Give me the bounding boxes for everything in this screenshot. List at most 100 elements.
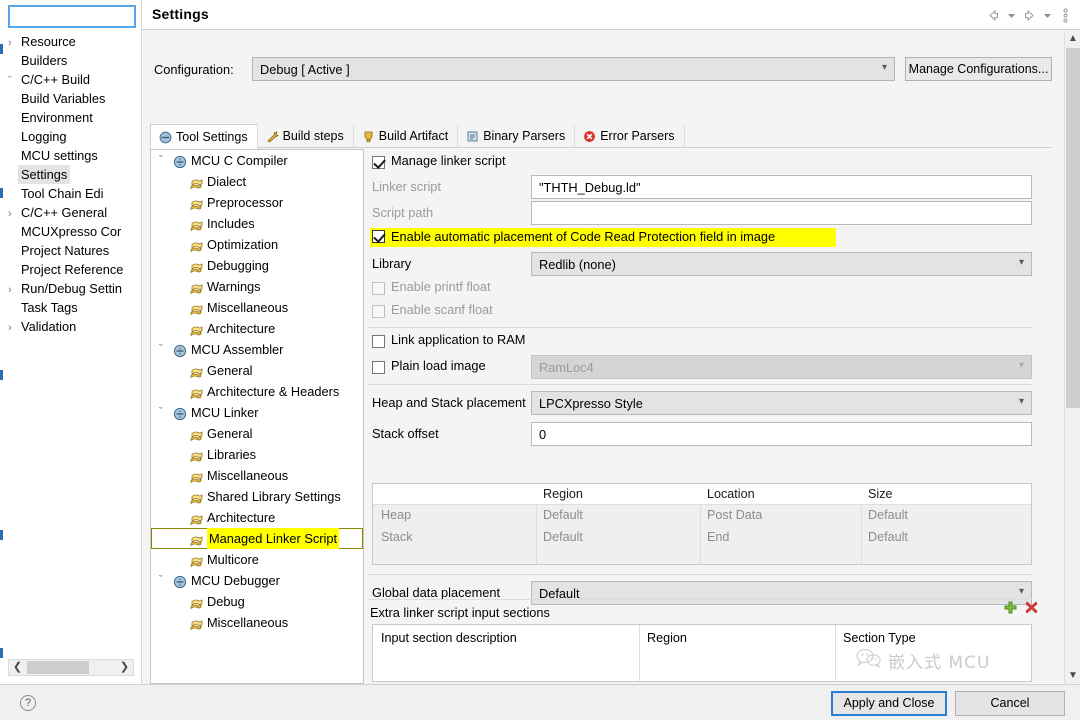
chevron-down-icon[interactable]: ˇ (159, 150, 171, 171)
sidebar-item-settings[interactable]: Settings (0, 165, 141, 184)
linker-script-label: Linker script (372, 179, 441, 194)
tab-build-steps[interactable]: Build steps (258, 124, 354, 148)
sidebar-item-builders[interactable]: Builders (0, 51, 141, 70)
stack-offset-input[interactable]: 0 (531, 422, 1032, 446)
sidebar-item-environment[interactable]: Environment (0, 108, 141, 127)
back-dropdown-icon[interactable] (1003, 6, 1020, 24)
divider-1 (368, 327, 1032, 328)
apply-and-close-button[interactable]: Apply and Close (831, 691, 947, 716)
chevron-down-icon[interactable]: ▼ (1065, 668, 1080, 684)
cancel-button[interactable]: Cancel (955, 691, 1065, 716)
link-to-ram-checkbox[interactable] (372, 335, 385, 348)
plain-load-image-checkbox[interactable] (372, 361, 385, 374)
sidebar-item-project-reference[interactable]: Project Reference (0, 260, 141, 279)
enable-scanf-float-checkbox[interactable] (372, 305, 385, 318)
sidebar-item-tool-chain-edi[interactable]: Tool Chain Edi (0, 184, 141, 203)
tool-tree-item-includes[interactable]: Includes (151, 213, 363, 234)
filter-input[interactable] (8, 5, 136, 28)
chevron-down-icon[interactable]: ˇ (159, 402, 171, 423)
forward-dropdown-icon[interactable] (1039, 6, 1056, 24)
sidebar-item-run-debug-settin[interactable]: › Run/Debug Settin (0, 279, 141, 298)
sidebar-item-logging[interactable]: Logging (0, 127, 141, 146)
artifact-icon (362, 130, 375, 143)
tool-tree-item-warnings[interactable]: Warnings (151, 276, 363, 297)
tool-settings-tree[interactable]: ˇ MCU C Compiler Dialect Preprocessor Includ… (150, 149, 364, 684)
global-data-placement-combo[interactable]: Default ▾ (531, 581, 1032, 605)
heap-stack-placement-label: Heap and Stack placement (372, 395, 526, 410)
enable-printf-float-checkbox[interactable] (372, 282, 385, 295)
column-header-size: Size (868, 487, 893, 501)
chevron-right-icon[interactable]: ❯ (116, 660, 133, 675)
column-header-region: Region (543, 487, 583, 501)
sidebar-tree[interactable]: › Resource Builders ˇ C/C++ Build Build Varia… (0, 32, 141, 647)
tool-tree-item-shared-library-settings[interactable]: Shared Library Settings (151, 486, 363, 507)
chevron-right-icon[interactable]: › (8, 319, 21, 338)
tool-tree-item-mcu-linker[interactable]: ˇ MCU Linker (151, 402, 363, 423)
tool-tree-item-mcu-c-compiler[interactable]: ˇ MCU C Compiler (151, 150, 363, 171)
tool-tree-item-architecture-headers[interactable]: Architecture & Headers (151, 381, 363, 402)
sidebar-item-c-c-general[interactable]: › C/C++ General (0, 203, 141, 222)
tool-tree-item-multicore[interactable]: Multicore (151, 549, 363, 570)
tool-tree-item-miscellaneous[interactable]: Miscellaneous (151, 612, 363, 633)
chevron-up-icon[interactable]: ▲ (1065, 31, 1080, 47)
table-body: Heap Default Post Data Default Stack Def… (373, 505, 1031, 564)
tool-tree-item-architecture[interactable]: Architecture (151, 507, 363, 528)
library-combo[interactable]: Redlib (none) ▾ (531, 252, 1032, 276)
stack-size-cell: Default (868, 530, 908, 544)
tool-tree-item-miscellaneous[interactable]: Miscellaneous (151, 465, 363, 486)
chevron-down-icon[interactable]: ˇ (159, 339, 171, 360)
scrollbar-thumb[interactable] (27, 661, 89, 674)
tool-tree-item-managed-linker-script[interactable]: Managed Linker Script (151, 528, 363, 549)
tool-tree-item-general[interactable]: General (151, 360, 363, 381)
crp-checkbox[interactable] (372, 230, 385, 243)
tool-tree-item-miscellaneous[interactable]: Miscellaneous (151, 297, 363, 318)
tool-tree-item-optimization[interactable]: Optimization (151, 234, 363, 255)
tool-tree-item-preprocessor[interactable]: Preprocessor (151, 192, 363, 213)
extra-sections-table[interactable]: Input section description Region Section… (372, 624, 1032, 682)
configuration-combo[interactable]: Debug [ Active ] ▾ (252, 57, 895, 81)
sidebar-item-project-natures[interactable]: Project Natures (0, 241, 141, 260)
tool-tree-item-debug[interactable]: Debug (151, 591, 363, 612)
tool-tree-item-mcu-debugger[interactable]: ˇ MCU Debugger (151, 570, 363, 591)
sidebar-item-resource[interactable]: › Resource (0, 32, 141, 51)
tab-tool-settings[interactable]: Tool Settings (150, 124, 258, 149)
sidebar-item-task-tags[interactable]: Task Tags (0, 298, 141, 317)
sidebar-item-build-variables[interactable]: Build Variables (0, 89, 141, 108)
chevron-down-icon: ▾ (1018, 257, 1024, 268)
chevron-left-icon[interactable]: ❮ (9, 660, 26, 675)
sidebar-item-label: Resource (21, 34, 76, 49)
help-question-icon[interactable]: ? (20, 695, 36, 711)
tool-tree-item-mcu-assembler[interactable]: ˇ MCU Assembler (151, 339, 363, 360)
script-path-input[interactable] (531, 201, 1032, 225)
sidebar-item-mcuxpresso-cor[interactable]: MCUXpresso Cor (0, 222, 141, 241)
tool-tree-item-libraries[interactable]: Libraries (151, 444, 363, 465)
scrollbar-thumb[interactable] (1066, 48, 1080, 408)
heap-stack-placement-combo[interactable]: LPCXpresso Style ▾ (531, 391, 1032, 415)
sidebar-item-validation[interactable]: › Validation (0, 317, 141, 336)
tab-binary-parsers[interactable]: Binary Parsers (458, 124, 576, 148)
tool-tree-item-dialect[interactable]: Dialect (151, 171, 363, 192)
linker-script-input[interactable]: "THTH_Debug.ld" (531, 175, 1032, 199)
table-row: Heap (381, 508, 412, 522)
main-vertical-scrollbar[interactable]: ▲ ▼ (1064, 31, 1080, 684)
chevron-down-icon[interactable]: ˇ (159, 570, 171, 591)
tool-tree-item-debugging[interactable]: Debugging (151, 255, 363, 276)
sidebar-item-mcu-settings[interactable]: MCU settings (0, 146, 141, 165)
back-arrow-icon[interactable] (985, 6, 1002, 24)
remove-x-icon[interactable] (1025, 601, 1038, 617)
tool-tree-item-architecture[interactable]: Architecture (151, 318, 363, 339)
add-plus-icon[interactable] (1004, 601, 1017, 617)
heap-stack-table[interactable]: Region Location Size Heap Default Post D… (372, 483, 1032, 565)
view-menu-icon[interactable] (1057, 6, 1074, 24)
wrench-icon (266, 130, 279, 143)
tool-tree-item-general[interactable]: General (151, 423, 363, 444)
plain-load-image-combo[interactable]: RamLoc4 ▾ (531, 355, 1032, 379)
sidebar-horizontal-scrollbar[interactable]: ❮ ❯ (8, 659, 134, 676)
sidebar-item-c-c-build[interactable]: ˇ C/C++ Build (0, 70, 141, 89)
forward-arrow-icon[interactable] (1021, 6, 1038, 24)
tab-error-parsers[interactable]: Error Parsers (575, 124, 685, 148)
configuration-label: Configuration: (154, 62, 234, 77)
manage-linker-script-checkbox[interactable] (372, 156, 385, 169)
tab-build-artifact[interactable]: Build Artifact (354, 124, 459, 148)
manage-configurations-button[interactable]: Manage Configurations... (905, 57, 1052, 81)
